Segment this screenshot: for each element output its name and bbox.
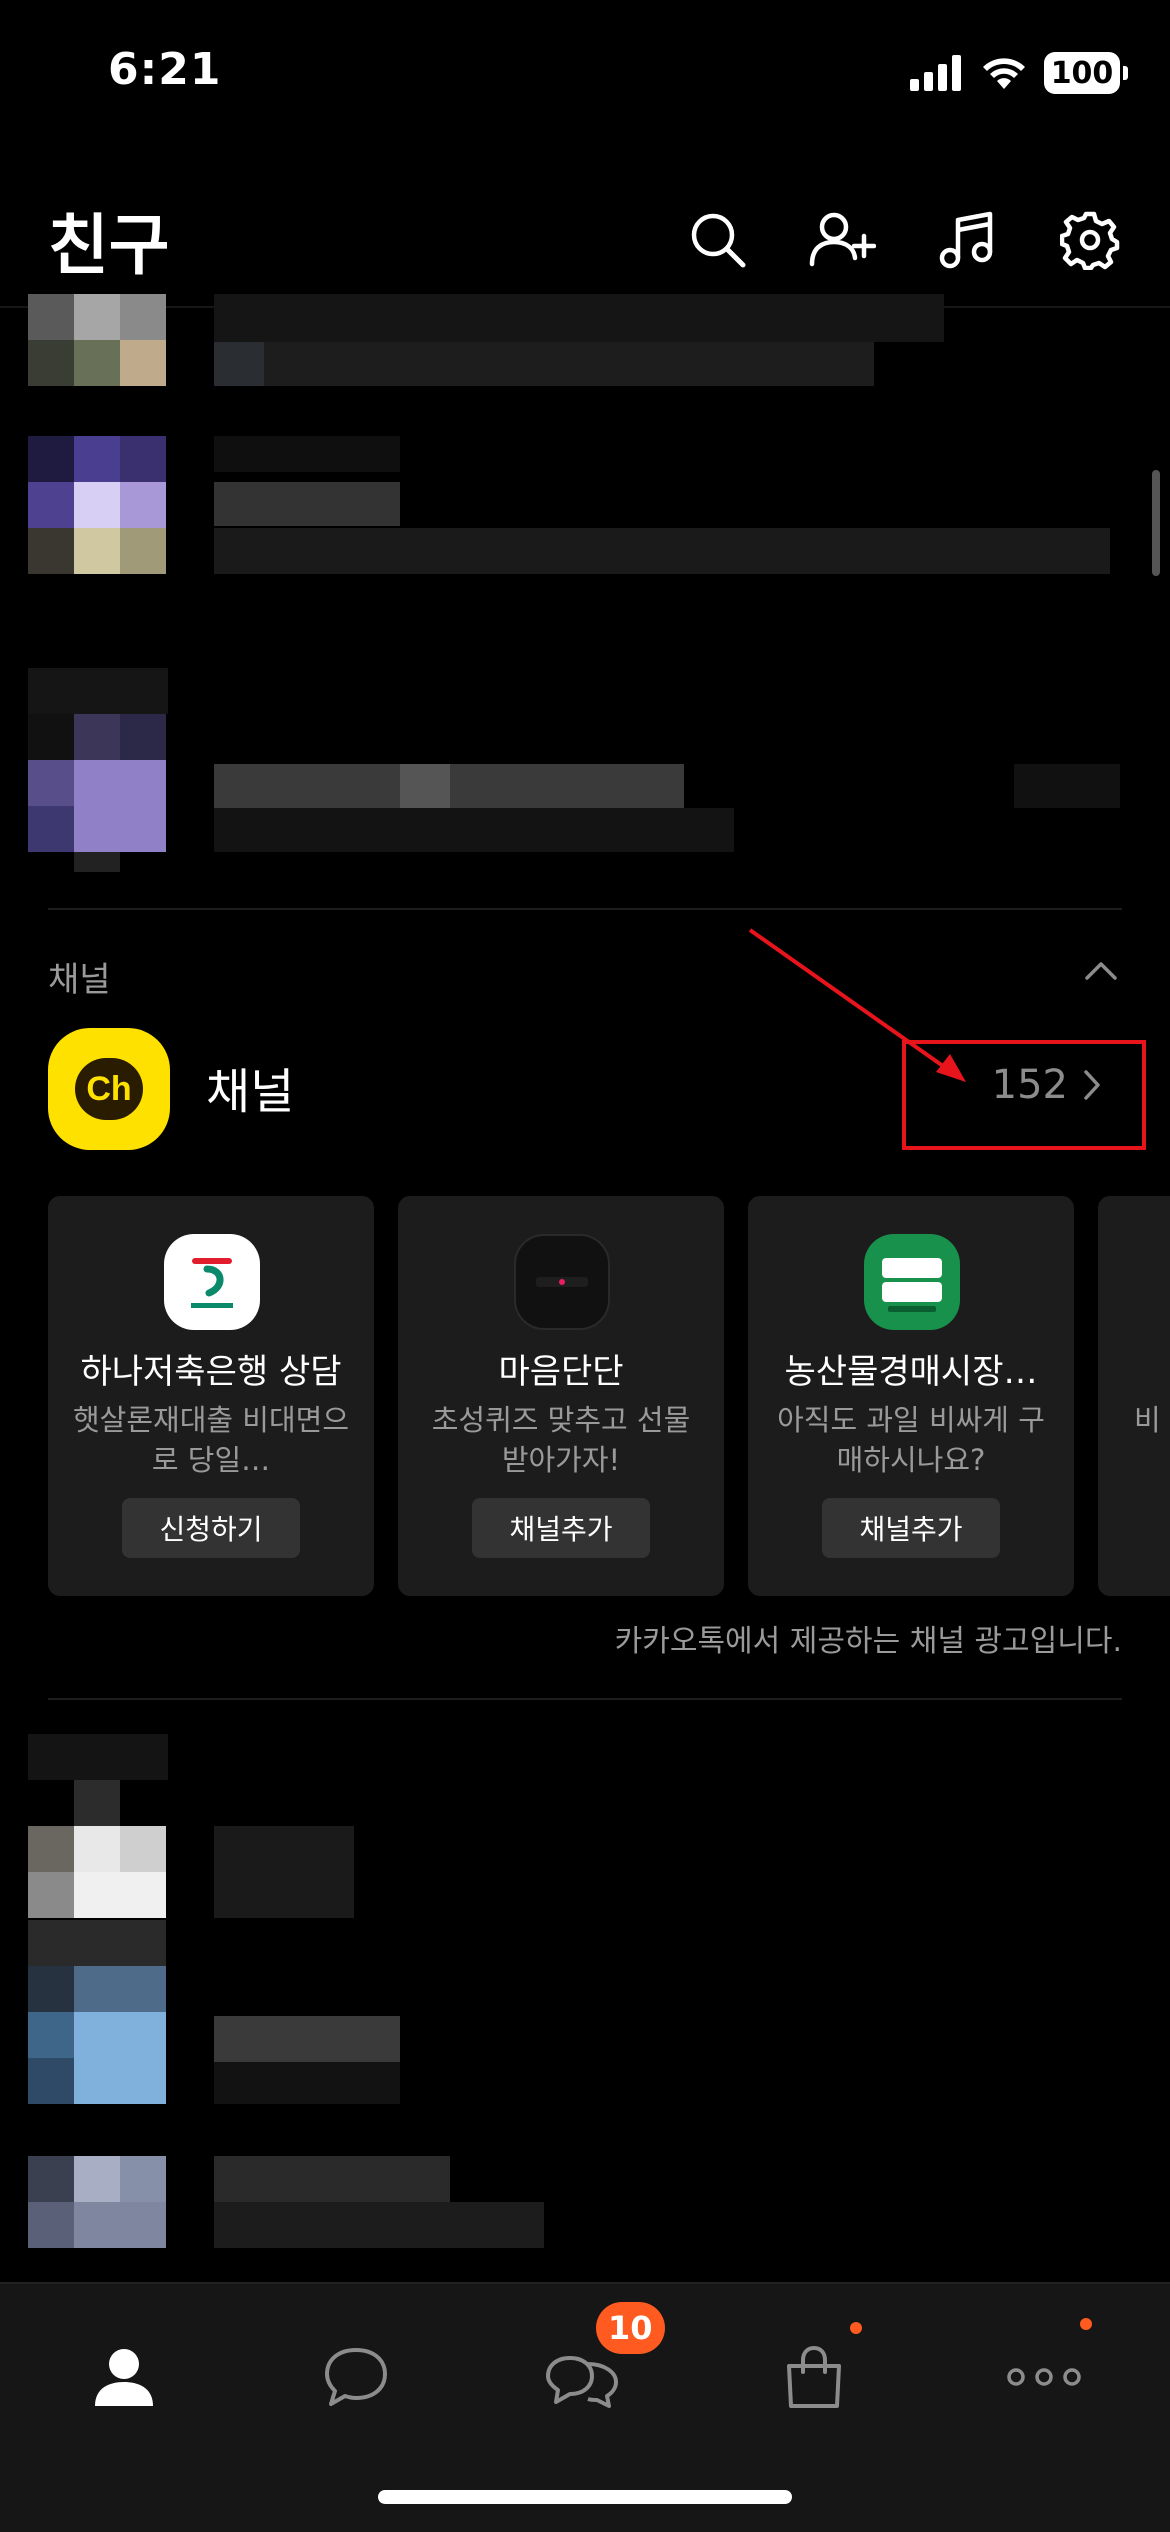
status-icons: 100: [910, 50, 1128, 96]
more-notification-dot: [1080, 2318, 1092, 2330]
channel-ad-card[interactable]: 하나저축은행 상담 햇살론재대출 비대면으로 당일… 신청하기: [48, 1196, 374, 1596]
annotation-highlight-box: [902, 1040, 1146, 1150]
card-description: 초성퀴즈 맞추고 선물 받아가자!: [431, 1403, 691, 1477]
tab-chats[interactable]: [296, 2322, 416, 2432]
channel-ad-card[interactable]: 비 태: [1098, 1196, 1170, 1596]
card-description: 아직도 과일 비싸게 구매하시나요?: [777, 1403, 1045, 1477]
ad-notice: 카카오톡에서 제공하는 채널 광고입니다.: [614, 1624, 1122, 1659]
channel-name: 채널: [206, 1064, 295, 1120]
page-title: 친구: [48, 207, 170, 284]
card-description: 햇살론재대출 비대면으로 당일…: [72, 1403, 350, 1477]
chat-bubble-icon: [325, 2348, 387, 2406]
unread-count-badge: 10: [596, 2302, 665, 2354]
search-icon: [691, 213, 746, 268]
card-title: 농산물경매시장…: [784, 1352, 1038, 1392]
wifi-icon: [983, 58, 1025, 89]
card-description: 비 태: [1134, 1403, 1170, 1437]
section-label-channel: 채널: [48, 960, 111, 1000]
search-button[interactable]: [678, 200, 758, 280]
cellular-signal-icon: [910, 55, 961, 91]
status-bar: 6:21 100: [0, 0, 1170, 150]
friend-row-blurred[interactable]: [0, 2156, 1170, 2286]
tab-more[interactable]: [984, 2322, 1104, 2432]
music-button[interactable]: [926, 200, 1006, 280]
header: 친구: [0, 170, 1170, 300]
home-indicator: [378, 2490, 792, 2504]
channel-ad-card[interactable]: 농산물경매시장… 아직도 과일 비싸게 구매하시나요? 채널추가: [748, 1196, 1074, 1596]
add-channel-button[interactable]: 채널추가: [472, 1498, 650, 1558]
friend-row-blurred[interactable]: [0, 390, 1170, 590]
shopping-notification-dot: [850, 2322, 862, 2334]
channel-logo-icon: Ch: [48, 1028, 170, 1150]
music-icon: [939, 211, 993, 269]
add-channel-button[interactable]: 채널추가: [822, 1498, 1000, 1558]
channel-ad-card[interactable]: 마음단단 초성퀴즈 맞추고 선물 받아가자! 채널추가: [398, 1196, 724, 1596]
friend-row-blurred[interactable]: [0, 1734, 1170, 1918]
add-friend-button[interactable]: [802, 200, 882, 280]
add-friend-icon: [809, 212, 876, 267]
friend-row-blurred[interactable]: [0, 294, 1170, 394]
header-actions: [678, 200, 1130, 280]
more-icon: [1007, 2368, 1081, 2386]
gear-icon: [1060, 211, 1120, 270]
shopping-bag-icon: [787, 2345, 841, 2408]
chevron-up-icon: [1085, 962, 1117, 980]
section-divider: [48, 908, 1122, 910]
tab-shopping[interactable]: [754, 2322, 874, 2432]
open-chat-icon: [546, 2356, 618, 2408]
status-time: 6:21: [108, 44, 222, 95]
card-title: 하나저축은행 상담: [80, 1352, 342, 1392]
settings-button[interactable]: [1050, 200, 1130, 280]
battery-icon: 100: [1044, 52, 1128, 94]
apply-button[interactable]: 신청하기: [122, 1498, 300, 1558]
maeumdandan-logo-icon: [514, 1234, 610, 1330]
section-divider: [48, 1698, 1122, 1700]
channel-ad-cards[interactable]: 하나저축은행 상담 햇살론재대출 비대면으로 당일… 신청하기 마음단단 초성퀴…: [48, 1196, 1170, 1596]
tab-friends[interactable]: [64, 2322, 184, 2432]
card-title: 마음단단: [498, 1352, 624, 1392]
friend-row-blurred[interactable]: [0, 668, 1170, 888]
hana-bank-logo-icon: [164, 1234, 260, 1330]
person-icon: [95, 2349, 153, 2406]
friend-row-blurred[interactable]: [0, 1920, 1170, 2110]
open-story-logo-icon: [864, 1234, 960, 1330]
collapse-button[interactable]: [1076, 950, 1126, 990]
